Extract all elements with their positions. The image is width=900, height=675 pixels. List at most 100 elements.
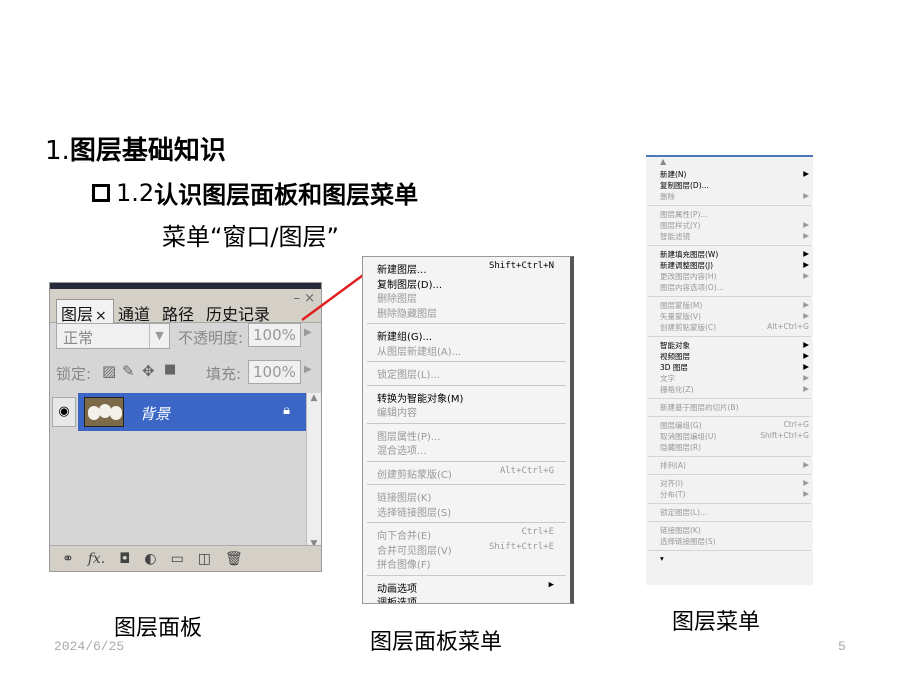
layer-menu-item[interactable]: 图层内容选项(O)... [646, 282, 813, 293]
adjustment-icon[interactable]: ◐ [144, 551, 156, 567]
scroll-up-icon[interactable]: ▲ [646, 157, 813, 169]
layer-menu-item[interactable]: 智能对象 ▶ [646, 340, 813, 351]
layer-menu-item[interactable]: 新建调整图层(J) ▶ [646, 260, 813, 271]
menu-item-label: 新建图层... [377, 265, 427, 276]
panel-menu-item[interactable]: 拼合图像(F) [363, 556, 570, 571]
layer-row-background[interactable]: ◉ 背景 🔒︎ [50, 393, 308, 431]
new-layer-icon[interactable]: ◫ [198, 551, 211, 567]
layer-menu-item[interactable]: 锁定图层(L)... [646, 507, 813, 518]
layer-menu-item[interactable]: 图层编组(G) Ctrl+G [646, 420, 813, 431]
menu-item-shortcut: Shift+Ctrl+E [488, 541, 554, 552]
panel-menu-item[interactable]: 锁定图层(L)... [363, 366, 570, 381]
selected-layer[interactable]: 背景 🔒︎ [78, 393, 308, 431]
layer-menu-item[interactable]: 复制图层(D)... [646, 180, 813, 191]
move-icon[interactable]: ✥ [142, 362, 155, 380]
menu-item-label: 从图层新建组(A)... [377, 346, 462, 358]
panel-menu-item[interactable]: 编辑内容 [363, 404, 570, 419]
menu-separator [648, 550, 811, 551]
layer-menu-item[interactable]: 图层样式(Y) ▶ [646, 220, 813, 231]
link-icon[interactable]: ⚭ [62, 551, 74, 567]
layer-menu-item[interactable]: 新建(N) ▶ [646, 169, 813, 180]
layer-menu-item[interactable]: 智能滤镜 ▶ [646, 231, 813, 242]
panel-menu-item[interactable]: 创建剪贴蒙版(C) Alt+Ctrl+G [363, 466, 570, 481]
menu-item-label: 新建填充图层(W) [660, 250, 719, 259]
menu-item-label: 矢量蒙版(V) [660, 312, 701, 321]
menu-separator [648, 245, 811, 246]
layer-menu-item[interactable]: 取消图层编组(U) Shift+Ctrl+G [646, 431, 813, 442]
chevron-right-icon[interactable]: ▶ [304, 364, 312, 375]
panel-menu-item[interactable]: 新建图层... Shift+Ctrl+N [363, 261, 570, 276]
scroll-up-icon[interactable]: ▲ [307, 393, 321, 403]
layer-menu-item[interactable]: ▾ [646, 554, 813, 565]
panel-menu-item[interactable]: 新建组(G)... [363, 328, 570, 343]
layer-menu-item[interactable]: 删除 ▶ [646, 191, 813, 202]
slide-subtitle: 1.2 认识图层面板和图层菜单 [92, 175, 418, 210]
panel-menu-item[interactable]: 调板选项... [363, 594, 570, 603]
tab-layers[interactable]: 图层 × [56, 299, 114, 324]
panel-menu: 新建图层... Shift+Ctrl+N 复制图层(D)... 删除图层 删除隐藏图层新… [362, 256, 574, 604]
layer-menu-item[interactable]: 文字 ▶ [646, 373, 813, 384]
layer-menu-item[interactable]: 创建剪贴蒙版(C) Alt+Ctrl+G [646, 322, 813, 333]
menu-separator [648, 474, 811, 475]
panel-menu-item[interactable]: 图层属性(P)... [363, 428, 570, 443]
submenu-arrow-icon: ▶ [803, 340, 809, 349]
layer-menu-item[interactable]: 栅格化(Z) ▶ [646, 384, 813, 395]
submenu-arrow-icon: ▶ [803, 260, 809, 269]
fill-input[interactable]: 100% [248, 360, 301, 384]
menu-separator [648, 296, 811, 297]
layer-menu-item[interactable]: 选择链接图层(S) [646, 536, 813, 547]
mask-icon[interactable]: ◘ [119, 551, 130, 567]
folder-icon[interactable]: ▭ [171, 551, 184, 567]
submenu-arrow-icon: ▶ [803, 351, 809, 360]
chevron-right-icon[interactable]: ▶ [304, 327, 312, 338]
opacity-input[interactable]: 100% [248, 323, 301, 347]
tab-history[interactable]: 历史记录 [206, 301, 270, 325]
panel-menu-item[interactable]: 向下合并(E) Ctrl+E [363, 527, 570, 542]
menu-separator [648, 398, 811, 399]
blend-mode-select[interactable]: 正常 ▼ [56, 323, 170, 349]
layer-thumbnail [84, 397, 124, 427]
layer-menu-item[interactable]: 分布(T) ▶ [646, 489, 813, 500]
panel-menu-item[interactable]: 链接图层(K) [363, 489, 570, 504]
panel-menu-item[interactable]: 选择链接图层(S) [363, 504, 570, 519]
layer-menu-item[interactable]: 视频图层 ▶ [646, 351, 813, 362]
menu-item-shortcut: Alt+Ctrl+G [499, 465, 554, 476]
layer-menu-item[interactable]: 新建填充图层(W) ▶ [646, 249, 813, 260]
layer-menu-item[interactable]: 新建基于图层的切片(B) [646, 402, 813, 413]
close-icon[interactable]: × [95, 308, 107, 324]
layer-menu-item[interactable]: 隐藏图层(R) [646, 442, 813, 453]
panel-menu-item[interactable]: 混合选项... [363, 442, 570, 457]
layer-menu-item[interactable]: 3D 图层 ▶ [646, 362, 813, 373]
tab-channels[interactable]: 通道 [118, 301, 150, 325]
submenu-arrow-icon: ▶ [803, 169, 809, 178]
lock-icon[interactable]: ■ [164, 362, 176, 377]
layer-menu-item[interactable]: 矢量蒙版(V) ▶ [646, 311, 813, 322]
lock-pixels-icon[interactable]: ▨ [102, 362, 116, 380]
menu-item-label: 图层样式(Y) [660, 221, 701, 230]
panel-menu-item[interactable]: 删除隐藏图层 [363, 305, 570, 320]
panel-menu-item[interactable]: 复制图层(D)... [363, 276, 570, 291]
layer-menu-item[interactable]: 对齐(I) ▶ [646, 478, 813, 489]
tab-paths[interactable]: 路径 [162, 301, 194, 325]
layer-menu-item[interactable]: 排列(A) ▶ [646, 460, 813, 471]
trash-icon[interactable]: 🗑︎ [225, 551, 243, 567]
layer-menu-item[interactable]: 图层蒙版(M) ▶ [646, 300, 813, 311]
panel-menu-item[interactable]: 转换为智能对象(M) [363, 390, 570, 405]
menu-item-label: 选择链接图层(S) [660, 537, 716, 546]
menu-separator [367, 422, 566, 424]
panel-menu-item[interactable]: 合并可见图层(V) Shift+Ctrl+E [363, 542, 570, 557]
layer-menu-item[interactable]: 链接图层(K) [646, 525, 813, 536]
panel-menu-item[interactable]: 删除图层 [363, 290, 570, 305]
fx-icon[interactable]: fx. [88, 551, 106, 567]
layer-menu-item[interactable]: 图层属性(P)... [646, 209, 813, 220]
chevron-down-icon[interactable]: ▼ [149, 324, 169, 348]
eye-icon[interactable]: ◉ [52, 397, 76, 427]
menu-item-shortcut: Shift+Ctrl+G [760, 431, 809, 440]
panel-menu-item[interactable]: 动画选项 ▶ [363, 580, 570, 595]
scrollbar[interactable]: ▲ ▼ [306, 393, 321, 551]
brush-icon[interactable]: ✎ [122, 362, 135, 380]
menu-item-label: 视频图层 [660, 352, 690, 361]
layer-menu-item[interactable]: 更改图层内容(H) ▶ [646, 271, 813, 282]
submenu-arrow-icon: ▶ [803, 271, 809, 280]
panel-menu-item[interactable]: 从图层新建组(A)... [363, 343, 570, 358]
